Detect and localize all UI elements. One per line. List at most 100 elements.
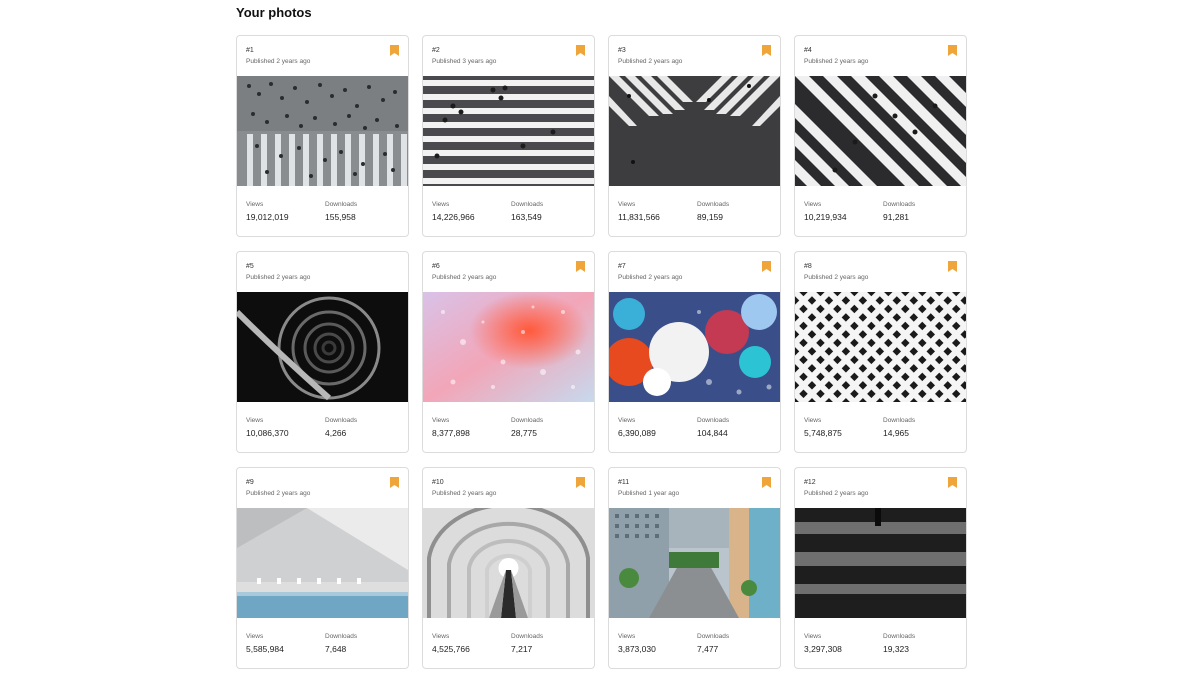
views-label: Views: [804, 633, 822, 640]
downloads-count: 91,281: [883, 212, 909, 222]
downloads-count: 4,266: [325, 428, 347, 438]
photo-image[interactable]: [237, 76, 408, 186]
views-label: Views: [618, 633, 636, 640]
photo-card[interactable]: #11 Published 1 year ago Views Downloads…: [608, 467, 781, 669]
photo-published: Published 2 years ago: [804, 58, 869, 65]
photo-rank: #10: [432, 479, 444, 486]
downloads-count: 163,549: [511, 212, 542, 222]
photo-rank: #11: [618, 479, 630, 486]
photo-published: Published 2 years ago: [618, 274, 683, 281]
views-count: 5,748,875: [804, 428, 842, 438]
photo-image[interactable]: [423, 292, 594, 402]
downloads-label: Downloads: [511, 201, 544, 208]
downloads-count: 155,958: [325, 212, 356, 222]
views-count: 14,226,966: [432, 212, 475, 222]
views-count: 3,297,308: [804, 644, 842, 654]
views-label: Views: [804, 201, 822, 208]
views-count: 11,831,566: [618, 212, 660, 222]
photo-card[interactable]: #9 Published 2 years ago Views Downloads…: [236, 467, 409, 669]
photo-card[interactable]: #4 Published 2 years ago Views Downloads…: [794, 35, 967, 237]
views-label: Views: [432, 633, 450, 640]
photo-published: Published 2 years ago: [246, 274, 311, 281]
photo-rank: #7: [618, 263, 626, 270]
photo-published: Published 2 years ago: [804, 274, 869, 281]
photo-published: Published 3 years ago: [432, 58, 497, 65]
photo-rank: #3: [618, 47, 626, 54]
views-label: Views: [432, 201, 450, 208]
views-count: 10,086,370: [246, 428, 289, 438]
photo-card[interactable]: #7 Published 2 years ago Views Downloads…: [608, 251, 781, 453]
views-count: 3,873,030: [618, 644, 656, 654]
bookmark-icon[interactable]: [576, 45, 585, 56]
downloads-label: Downloads: [883, 201, 916, 208]
views-count: 19,012,019: [246, 212, 289, 222]
photo-image[interactable]: [609, 508, 780, 618]
photo-image[interactable]: [423, 508, 594, 618]
photo-rank: #8: [804, 263, 812, 270]
photo-rank: #2: [432, 47, 440, 54]
views-count: 4,525,766: [432, 644, 470, 654]
views-label: Views: [618, 201, 636, 208]
bookmark-icon[interactable]: [762, 261, 771, 272]
views-count: 6,390,089: [618, 428, 656, 438]
photo-rank: #12: [804, 479, 816, 486]
photo-grid: #1 Published 2 years ago Views Downloads…: [236, 35, 967, 669]
photo-card[interactable]: #8 Published 2 years ago Views Downloads…: [794, 251, 967, 453]
bookmark-icon[interactable]: [390, 45, 399, 56]
bookmark-icon[interactable]: [762, 477, 771, 488]
downloads-label: Downloads: [883, 417, 916, 424]
photo-rank: #1: [246, 47, 254, 54]
downloads-count: 7,648: [325, 644, 347, 654]
photo-image[interactable]: [423, 76, 594, 186]
views-label: Views: [246, 201, 264, 208]
downloads-count: 7,477: [697, 644, 719, 654]
photo-published: Published 2 years ago: [618, 58, 683, 65]
bookmark-icon[interactable]: [576, 477, 585, 488]
photo-card[interactable]: #10 Published 2 years ago Views Download…: [422, 467, 595, 669]
bookmark-icon[interactable]: [948, 477, 957, 488]
downloads-label: Downloads: [697, 201, 730, 208]
photo-rank: #9: [246, 479, 254, 486]
photo-image[interactable]: [795, 292, 966, 402]
photo-image[interactable]: [237, 508, 408, 618]
photo-card[interactable]: #12 Published 2 years ago Views Download…: [794, 467, 967, 669]
bookmark-icon[interactable]: [390, 477, 399, 488]
photo-published: Published 1 year ago: [618, 490, 680, 497]
views-label: Views: [246, 633, 264, 640]
downloads-count: 89,159: [697, 212, 723, 222]
photo-published: Published 2 years ago: [432, 274, 497, 281]
downloads-label: Downloads: [511, 633, 544, 640]
downloads-label: Downloads: [697, 633, 730, 640]
photo-card[interactable]: #6 Published 2 years ago Views Downloads…: [422, 251, 595, 453]
photo-image[interactable]: [795, 76, 966, 186]
downloads-count: 7,217: [511, 644, 533, 654]
bookmark-icon[interactable]: [762, 45, 771, 56]
photo-card[interactable]: #1 Published 2 years ago Views Downloads…: [236, 35, 409, 237]
photo-image[interactable]: [795, 508, 966, 618]
bookmark-icon[interactable]: [948, 261, 957, 272]
photo-rank: #5: [246, 263, 254, 270]
photo-image[interactable]: [237, 292, 408, 402]
photo-card[interactable]: #2 Published 3 years ago Views Downloads…: [422, 35, 595, 237]
photo-published: Published 2 years ago: [246, 490, 311, 497]
views-label: Views: [618, 417, 636, 424]
downloads-count: 14,965: [883, 428, 909, 438]
downloads-count: 104,844: [697, 428, 728, 438]
views-label: Views: [804, 417, 822, 424]
downloads-label: Downloads: [325, 633, 358, 640]
photo-published: Published 2 years ago: [432, 490, 497, 497]
views-label: Views: [246, 417, 264, 424]
photo-image[interactable]: [609, 76, 780, 186]
views-count: 10,219,934: [804, 212, 847, 222]
bookmark-icon[interactable]: [948, 45, 957, 56]
photo-rank: #4: [804, 47, 812, 54]
downloads-label: Downloads: [697, 417, 730, 424]
photo-published: Published 2 years ago: [246, 58, 311, 65]
bookmark-icon[interactable]: [576, 261, 585, 272]
photo-image[interactable]: [609, 292, 780, 402]
photo-card[interactable]: #3 Published 2 years ago Views Downloads…: [608, 35, 781, 237]
downloads-count: 28,775: [511, 428, 537, 438]
photo-card[interactable]: #5 Published 2 years ago Views Downloads…: [236, 251, 409, 453]
views-count: 5,585,984: [246, 644, 284, 654]
downloads-label: Downloads: [325, 201, 358, 208]
